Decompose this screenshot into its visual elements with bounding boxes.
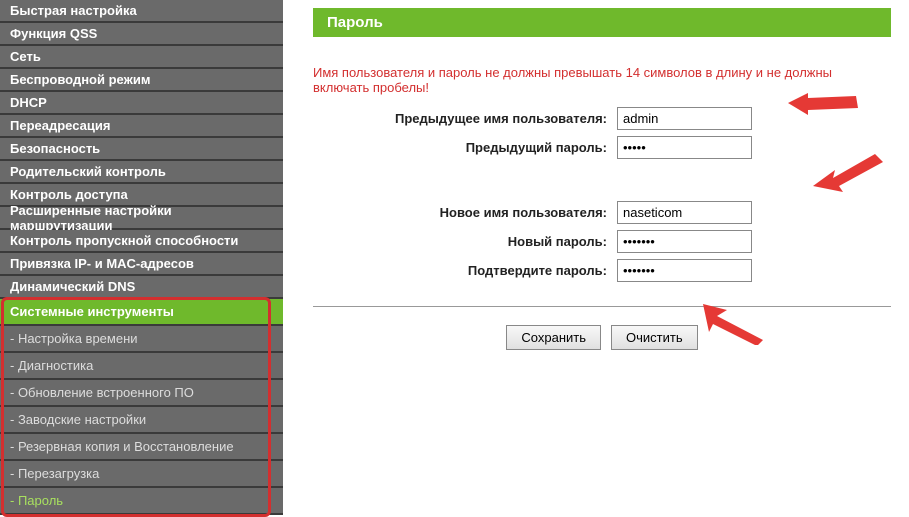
nav-wireless[interactable]: Беспроводной режим xyxy=(0,69,283,92)
save-button[interactable]: Сохранить xyxy=(506,325,601,350)
highlighted-section: Системные инструменты - Настройка времен… xyxy=(0,299,283,515)
button-row: Сохранить Очистить xyxy=(313,325,891,350)
nav-sub-diagnostics[interactable]: - Диагностика xyxy=(0,353,283,380)
nav-network[interactable]: Сеть xyxy=(0,46,283,69)
nav-quick-setup[interactable]: Быстрая настройка xyxy=(0,0,283,23)
nav-routing[interactable]: Расширенные настройки маршрутизации xyxy=(0,207,283,230)
row-prev-pass: Предыдущий пароль: xyxy=(313,136,891,159)
nav-sub-firmware[interactable]: - Обновление встроенного ПО xyxy=(0,380,283,407)
nav-forwarding[interactable]: Переадресация xyxy=(0,115,283,138)
input-new-user[interactable] xyxy=(617,201,752,224)
input-new-pass[interactable] xyxy=(617,230,752,253)
clear-button[interactable]: Очистить xyxy=(611,325,698,350)
label-prev-user: Предыдущее имя пользователя: xyxy=(313,111,617,126)
nav-parental[interactable]: Родительский контроль xyxy=(0,161,283,184)
label-new-user: Новое имя пользователя: xyxy=(313,205,617,220)
nav-sub-factory[interactable]: - Заводские настройки xyxy=(0,407,283,434)
row-new-user: Новое имя пользователя: xyxy=(313,201,891,224)
main-content: Пароль Имя пользователя и пароль не долж… xyxy=(283,0,909,506)
nav-ddns[interactable]: Динамический DNS xyxy=(0,276,283,299)
page-title: Пароль xyxy=(313,8,891,37)
nav-system-tools[interactable]: Системные инструменты xyxy=(0,299,283,326)
nav-sub-time[interactable]: - Настройка времени xyxy=(0,326,283,353)
nav-bandwidth[interactable]: Контроль пропускной способности xyxy=(0,230,283,253)
nav-qss[interactable]: Функция QSS xyxy=(0,23,283,46)
row-confirm-pass: Подтвердите пароль: xyxy=(313,259,891,282)
nav-dhcp[interactable]: DHCP xyxy=(0,92,283,115)
nav-security[interactable]: Безопасность xyxy=(0,138,283,161)
input-prev-pass[interactable] xyxy=(617,136,752,159)
sidebar: Быстрая настройка Функция QSS Сеть Беспр… xyxy=(0,0,283,506)
nav-sub-backup[interactable]: - Резервная копия и Восстановление xyxy=(0,434,283,461)
form-area: Имя пользователя и пароль не должны прев… xyxy=(313,65,891,282)
nav-sub-password[interactable]: - Пароль xyxy=(0,488,283,515)
input-confirm-pass[interactable] xyxy=(617,259,752,282)
warning-text: Имя пользователя и пароль не должны прев… xyxy=(313,65,891,95)
nav-ipbind[interactable]: Привязка IP- и MAC-адресов xyxy=(0,253,283,276)
label-prev-pass: Предыдущий пароль: xyxy=(313,140,617,155)
row-prev-user: Предыдущее имя пользователя: xyxy=(313,107,891,130)
divider xyxy=(313,306,891,307)
label-confirm-pass: Подтвердите пароль: xyxy=(313,263,617,278)
row-new-pass: Новый пароль: xyxy=(313,230,891,253)
label-new-pass: Новый пароль: xyxy=(313,234,617,249)
nav-sub-reboot[interactable]: - Перезагрузка xyxy=(0,461,283,488)
input-prev-user[interactable] xyxy=(617,107,752,130)
